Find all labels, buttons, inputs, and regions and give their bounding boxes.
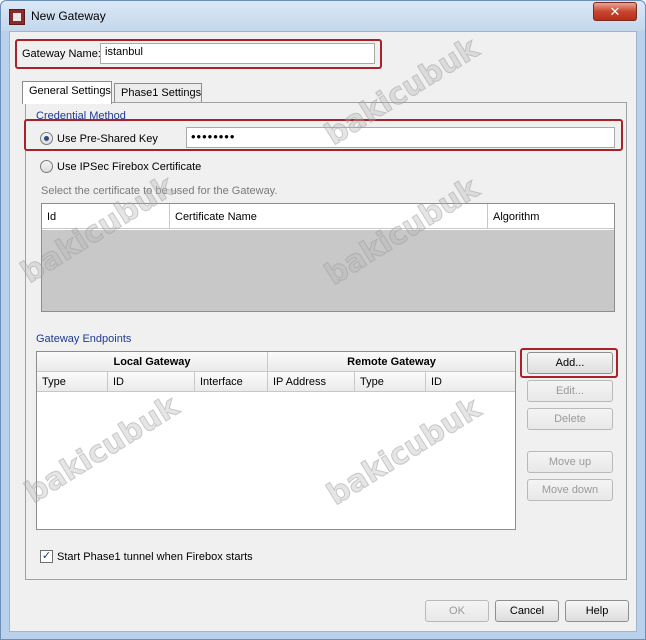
certificate-table: Id Certificate Name Algorithm bbox=[41, 203, 615, 312]
gateway-endpoints-title: Gateway Endpoints bbox=[36, 333, 132, 345]
tab-general-settings[interactable]: General Settings bbox=[22, 81, 112, 104]
app-icon bbox=[9, 9, 25, 25]
credential-method-title: Credential Method bbox=[36, 110, 126, 122]
psk-radio[interactable] bbox=[40, 132, 53, 145]
close-button[interactable]: ✕ bbox=[593, 2, 637, 21]
move-up-button[interactable]: Move up bbox=[527, 451, 613, 473]
col-header-remote-id[interactable]: ID bbox=[426, 372, 515, 391]
help-button[interactable]: Help bbox=[565, 600, 629, 622]
ok-button[interactable]: OK bbox=[425, 600, 489, 622]
endpoints-group-header: Local Gateway Remote Gateway bbox=[37, 352, 515, 372]
certificate-table-header: Id Certificate Name Algorithm bbox=[42, 204, 614, 229]
local-gateway-header: Local Gateway bbox=[37, 352, 268, 371]
new-gateway-window: New Gateway ✕ Gateway Name: istanbul Gen… bbox=[0, 0, 646, 640]
edit-button[interactable]: Edit... bbox=[527, 380, 613, 402]
col-header-remote-type[interactable]: Type bbox=[355, 372, 426, 391]
cancel-button[interactable]: Cancel bbox=[495, 600, 559, 622]
delete-button[interactable]: Delete bbox=[527, 408, 613, 430]
start-phase1-label: Start Phase1 tunnel when Firebox starts bbox=[57, 551, 253, 563]
move-down-button[interactable]: Move down bbox=[527, 479, 613, 501]
col-header-interface[interactable]: Interface bbox=[195, 372, 268, 391]
gateway-name-input[interactable]: istanbul bbox=[100, 43, 375, 64]
col-header-algorithm[interactable]: Algorithm bbox=[488, 204, 614, 228]
dialog-body: Gateway Name: istanbul General Settings … bbox=[9, 31, 637, 632]
title-bar[interactable]: New Gateway ✕ bbox=[1, 1, 645, 31]
window-title: New Gateway bbox=[31, 9, 106, 23]
certificate-table-body bbox=[42, 230, 614, 311]
tab-phase1-settings[interactable]: Phase1 Settings bbox=[114, 83, 202, 104]
remote-gateway-header: Remote Gateway bbox=[347, 356, 436, 368]
col-header-ip-address[interactable]: IP Address bbox=[268, 372, 355, 391]
cert-hint: Select the certificate to be used for th… bbox=[41, 185, 278, 197]
start-phase1-checkbox[interactable]: ✓ bbox=[40, 550, 53, 563]
endpoints-table: Local Gateway Remote Gateway Type ID Int… bbox=[36, 351, 516, 530]
col-header-id[interactable]: Id bbox=[42, 204, 170, 228]
endpoints-column-header: Type ID Interface IP Address Type ID bbox=[37, 372, 515, 392]
psk-label: Use Pre-Shared Key bbox=[57, 133, 158, 145]
col-header-local-id[interactable]: ID bbox=[108, 372, 195, 391]
cert-radio[interactable] bbox=[40, 160, 53, 173]
gateway-name-label: Gateway Name: bbox=[22, 48, 101, 60]
col-header-certificate-name[interactable]: Certificate Name bbox=[170, 204, 488, 228]
add-button[interactable]: Add... bbox=[527, 352, 613, 374]
col-header-local-type[interactable]: Type bbox=[37, 372, 108, 391]
psk-input[interactable]: •••••••• bbox=[186, 127, 615, 148]
cert-label: Use IPSec Firebox Certificate bbox=[57, 161, 202, 173]
